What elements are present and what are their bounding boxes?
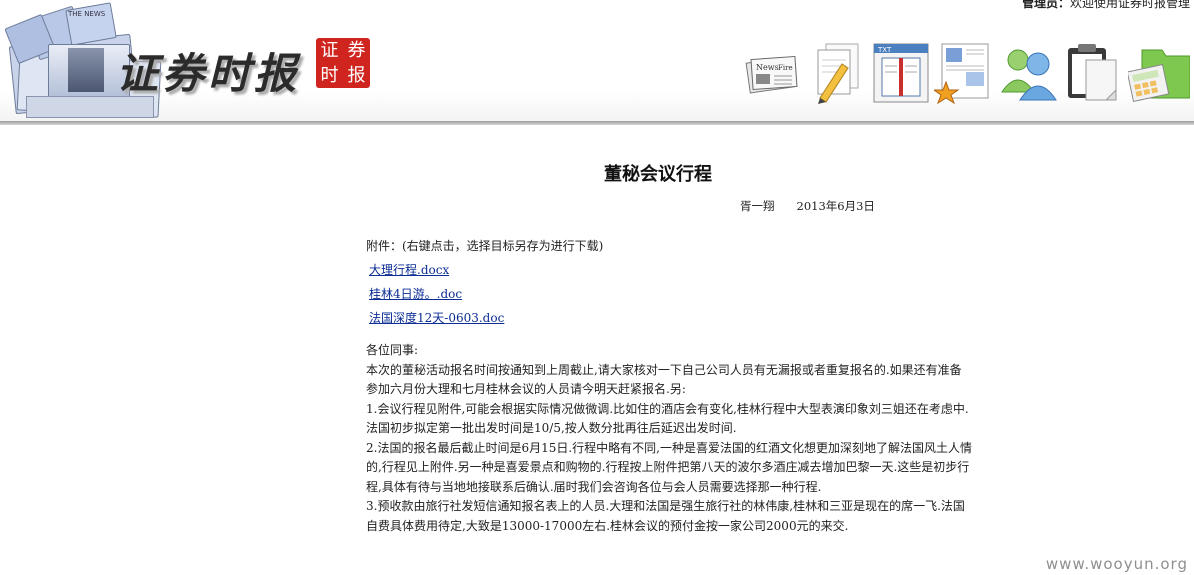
body-line: 的,行程见上附件.另一种是喜爱景点和购物的.行程按上附件把第八天的波尔多酒庄减去… <box>366 460 970 474</box>
article-title: 董秘会议行程 <box>604 164 712 185</box>
body-line: 法国初步拟定第一批出发时间是10/5,按人数分批再往后延迟出发时间. <box>366 421 737 435</box>
welcome-message: 管理员：欢迎使用证券时报管理 <box>1022 0 1190 11</box>
article-body: 各位同事: 本次的董秘活动报名时间按通知到上周截止,请大家核对一下自己公司人员有… <box>366 341 974 536</box>
body-line: 各位同事: <box>366 343 419 357</box>
svg-text:News: News <box>756 63 779 72</box>
attachment-link-dali[interactable]: 大理行程.docx <box>369 261 449 278</box>
attachment-label: 附件：(右键点击，选择目标另存为进行下载) <box>366 239 604 253</box>
favorite-page-icon[interactable] <box>932 42 996 105</box>
text-book-icon[interactable]: TXT <box>870 42 932 104</box>
welcome-role: 管理员： <box>1021 0 1070 10</box>
calculator-folder-icon[interactable] <box>1126 42 1191 104</box>
body-line: 程,具体有待与当地地接联系后确认.届时我们会咨询各位与会人员需要选择那一种行程. <box>366 479 822 494</box>
body-line: 参加六月份大理和七月桂林会议的人员请今明天赶紧报名.另: <box>366 382 686 396</box>
news-icon[interactable]: News Fire <box>742 42 804 104</box>
body-line: 自费具体费用待定,大致是13000-17000左右.桂林会议的预付金按一家公司2… <box>366 518 849 533</box>
seal-char: 报 <box>347 65 366 86</box>
edit-document-icon[interactable] <box>806 42 868 104</box>
page-header: 管理员：欢迎使用证券时报管理 THE NEWS 证券时报 证 券 时 报 New… <box>0 0 1194 122</box>
article-byline: 胥一翔 2013年6月3日 <box>740 198 875 214</box>
logo-seal: 证 券 时 报 <box>316 38 370 88</box>
body-line: 3.预收款由旅行社发短信通知报名表上的人员.大理和法国是强生旅行社的林伟康,桂林… <box>366 499 965 513</box>
attachment-link-france[interactable]: 法国深度12天-0603.doc <box>369 309 504 326</box>
seal-char: 证 <box>320 40 339 61</box>
publish-date: 2013年6月3日 <box>796 199 875 213</box>
clipboard-icon[interactable] <box>1062 42 1124 104</box>
svg-text:TXT: TXT <box>877 46 892 54</box>
body-line: 2.法国的报名最后截止时间是6月15日.行程中略有不同,一种是喜爱法国的红酒文化… <box>366 440 972 455</box>
body-line: 1.会议行程见附件,可能会根据实际情况做微调.比如住的酒店会有变化,桂林行程中大… <box>366 401 969 416</box>
header-divider <box>0 121 1194 125</box>
svg-text:Fire: Fire <box>778 64 793 72</box>
seal-char: 券 <box>347 40 366 61</box>
logo-title: 证券时报 <box>116 49 301 98</box>
seal-char: 时 <box>320 65 339 86</box>
welcome-text: 欢迎使用证券时报管理 <box>1069 0 1190 10</box>
watermark: www.wooyun.org <box>1045 555 1188 573</box>
attachment-link-guilin[interactable]: 桂林4日游。.doc <box>369 285 462 302</box>
users-icon[interactable] <box>998 42 1060 104</box>
author-name: 胥一翔 <box>740 199 775 213</box>
body-line: 本次的董秘活动报名时间按通知到上周截止,请大家核对一下自己公司人员有无漏报或者重… <box>366 362 962 377</box>
